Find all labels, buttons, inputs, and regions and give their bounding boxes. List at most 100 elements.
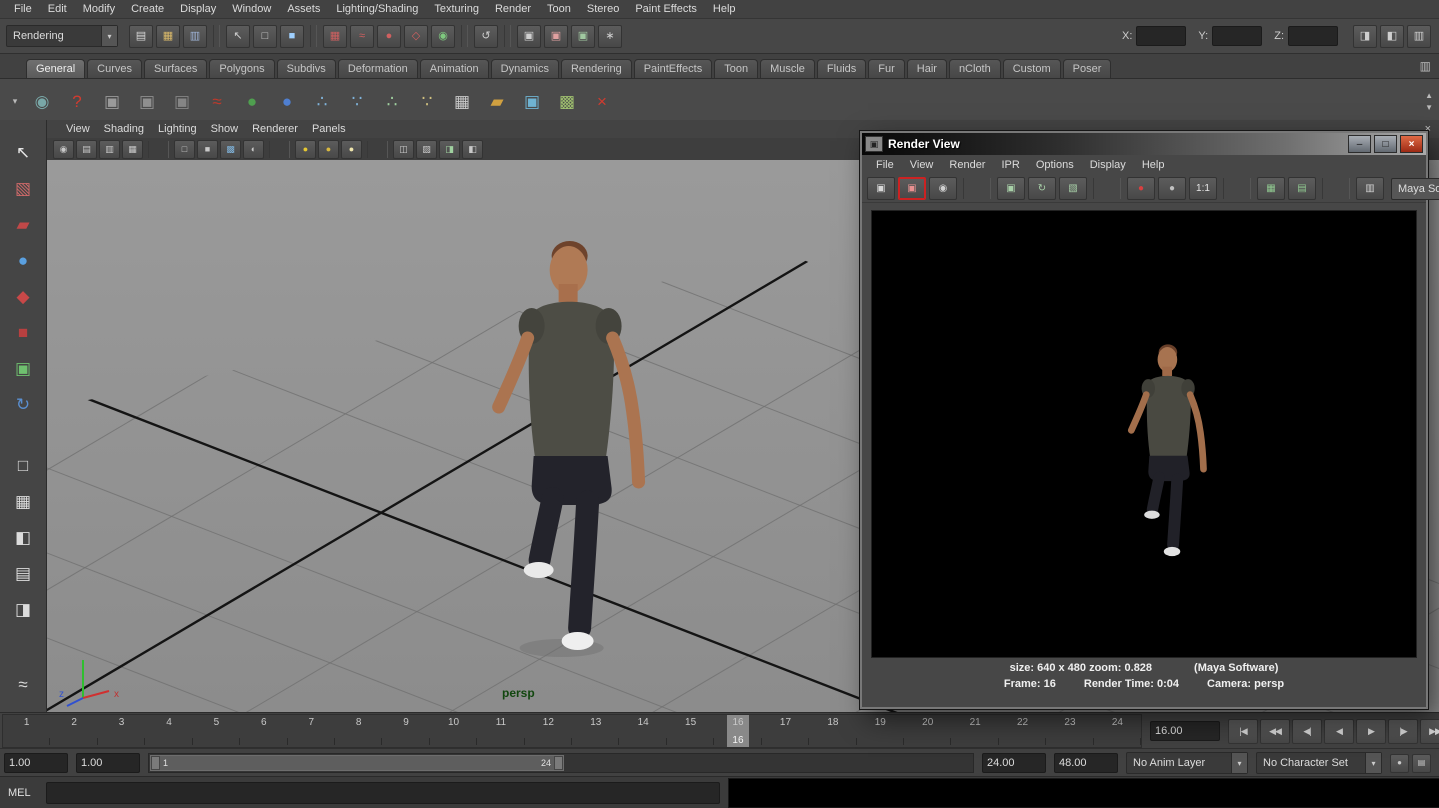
shelf-tab[interactable]: nCloth xyxy=(949,59,1001,78)
shelf-scroll-up-icon[interactable]: ▲ xyxy=(1425,91,1433,100)
marquee-select-tool-icon[interactable]: ▧ xyxy=(6,172,40,205)
shelf-tab[interactable]: Custom xyxy=(1003,59,1061,78)
universal-manipulator-tool-icon[interactable]: ▣ xyxy=(6,352,40,385)
shelf-tab[interactable]: Muscle xyxy=(760,59,815,78)
range-slider-track[interactable]: 1 24 xyxy=(148,753,974,773)
frame-number[interactable]: 24 xyxy=(1094,715,1141,747)
select-camera-icon[interactable]: ◉ xyxy=(53,140,74,159)
character-set-selector[interactable]: No Character Set ▾ xyxy=(1256,752,1382,774)
render-view-menu-item[interactable]: View xyxy=(902,158,942,172)
separator[interactable] xyxy=(461,25,468,47)
range-slider-bar[interactable]: 1 24 xyxy=(150,755,564,771)
rgb-channels-icon[interactable]: ● xyxy=(1127,177,1155,200)
render-view-menu-item[interactable]: Options xyxy=(1028,158,1082,172)
frame-number[interactable]: 14 xyxy=(619,715,666,747)
y-input[interactable] xyxy=(1212,26,1262,46)
snap-plane-icon[interactable]: ◇ xyxy=(404,25,428,48)
paint-effects-question-icon[interactable]: ? xyxy=(62,86,92,116)
command-line-mode[interactable]: MEL xyxy=(8,787,38,799)
render-settings-icon[interactable]: ∗ xyxy=(598,25,622,48)
select-object-icon[interactable]: □ xyxy=(253,25,277,48)
light-link-icon[interactable]: ▰ xyxy=(482,86,512,116)
container-icon[interactable]: ▣ xyxy=(517,86,547,116)
render-view-menu-item[interactable]: Render xyxy=(941,158,993,172)
alpha-channel-icon[interactable]: ● xyxy=(1158,177,1186,200)
panel-menu-item[interactable]: Renderer xyxy=(245,122,305,136)
animation-preferences-icon[interactable]: ▤ xyxy=(1412,754,1431,773)
separator[interactable] xyxy=(367,141,388,158)
camera-aim-icon[interactable]: ▣ xyxy=(132,86,162,116)
four-pane-layout-icon[interactable]: ▦ xyxy=(6,485,40,518)
shelf-tab[interactable]: Hair xyxy=(907,59,947,78)
frame-number[interactable]: 2 xyxy=(50,715,97,747)
shelf-tab[interactable]: PaintEffects xyxy=(634,59,713,78)
camera-attributes-icon[interactable]: ▤ xyxy=(76,140,97,159)
render-globe-icon[interactable]: ◉ xyxy=(27,86,57,116)
renderer-selector[interactable]: Maya Software xyxy=(1391,178,1439,200)
step-forward-frame-button[interactable]: |▶ xyxy=(1388,719,1418,744)
select-hierarchy-icon[interactable]: ↖ xyxy=(226,25,250,48)
panel-menu-item[interactable]: Lighting xyxy=(151,122,204,136)
snap-point-icon[interactable]: ● xyxy=(377,25,401,48)
camera-aim-up-icon[interactable]: ▣ xyxy=(167,86,197,116)
select-component-icon[interactable]: ■ xyxy=(280,25,304,48)
trash-icon[interactable]: ▥ xyxy=(1420,59,1431,73)
z-input[interactable] xyxy=(1288,26,1338,46)
step-back-frame-button[interactable]: ◀| xyxy=(1292,719,1322,744)
frame-number[interactable]: 19 xyxy=(857,715,904,747)
render-view-menu-item[interactable]: Display xyxy=(1082,158,1134,172)
frame-number[interactable]: 4 xyxy=(145,715,192,747)
play-backwards-button[interactable]: ◀ xyxy=(1324,719,1354,744)
refresh-ipr-icon[interactable]: ↻ xyxy=(1028,177,1056,200)
command-output[interactable] xyxy=(728,778,1439,808)
shelf-tab[interactable]: Fur xyxy=(868,59,905,78)
isolate-select-icon[interactable]: ◫ xyxy=(393,140,414,159)
shelf-tab[interactable]: General xyxy=(26,59,85,78)
frame-number[interactable]: 3 xyxy=(98,715,145,747)
panel-menu-item[interactable]: View xyxy=(59,122,97,136)
minimize-button[interactable]: – xyxy=(1348,135,1371,153)
outliner-persp-layout-icon[interactable]: ◨ xyxy=(6,593,40,626)
frame-number[interactable]: 18 xyxy=(809,715,856,747)
bookmarks-icon[interactable]: ▥ xyxy=(99,140,120,159)
render-view-window[interactable]: ▣ Render View – □ × FileViewRenderIPROpt… xyxy=(860,131,1428,709)
separator[interactable] xyxy=(269,141,290,158)
ipr-region-icon[interactable]: ▧ xyxy=(1059,177,1087,200)
menu-item[interactable]: Edit xyxy=(40,1,75,17)
close-button[interactable]: × xyxy=(1400,135,1423,153)
construction-history-icon[interactable]: ↺ xyxy=(474,25,498,48)
maximize-button[interactable]: □ xyxy=(1374,135,1397,153)
menu-item[interactable]: Stereo xyxy=(579,1,627,17)
blue-sphere-icon[interactable]: ● xyxy=(272,86,302,116)
paint-select-tool-icon[interactable]: ▰ xyxy=(6,208,40,241)
new-scene-icon[interactable]: ▤ xyxy=(129,25,153,48)
arrow-sphere-icon[interactable]: ● xyxy=(237,86,267,116)
split-left-layout-icon[interactable]: ◧ xyxy=(6,521,40,554)
snapshot-icon[interactable]: ◉ xyxy=(929,177,957,200)
image-plane-icon[interactable]: ▦ xyxy=(122,140,143,159)
remove-image-icon[interactable]: ▤ xyxy=(1288,177,1316,200)
menu-item[interactable]: Window xyxy=(224,1,279,17)
frame-number[interactable]: 10 xyxy=(430,715,477,747)
spreadsheet-icon[interactable]: ▦ xyxy=(447,86,477,116)
frame-number[interactable]: 21 xyxy=(951,715,998,747)
wireframe-mode-icon[interactable]: □ xyxy=(174,140,195,159)
camera-icon[interactable]: ▣ xyxy=(97,86,127,116)
shelf-tab[interactable]: Deformation xyxy=(338,59,418,78)
frame-number[interactable]: 15 xyxy=(667,715,714,747)
shelf-tab[interactable]: Rendering xyxy=(561,59,632,78)
separator[interactable] xyxy=(504,25,511,47)
render-view-menu-item[interactable]: File xyxy=(868,158,902,172)
menu-item[interactable]: File xyxy=(6,1,40,17)
separator[interactable] xyxy=(1322,178,1350,199)
animation-end-field[interactable]: 48.00 xyxy=(1054,753,1118,773)
frame-number[interactable]: 8 xyxy=(335,715,382,747)
character-model[interactable] xyxy=(499,241,639,650)
separator[interactable] xyxy=(1093,178,1121,199)
menu-item[interactable]: Lighting/Shading xyxy=(328,1,426,17)
frame-number[interactable]: 22 xyxy=(999,715,1046,747)
render-current-frame-icon[interactable]: ▣ xyxy=(544,25,568,48)
ipr-render-icon[interactable]: ▣ xyxy=(571,25,595,48)
playback-start-field[interactable]: 1.00 xyxy=(76,753,140,773)
frame-number[interactable]: 1 xyxy=(3,715,50,747)
